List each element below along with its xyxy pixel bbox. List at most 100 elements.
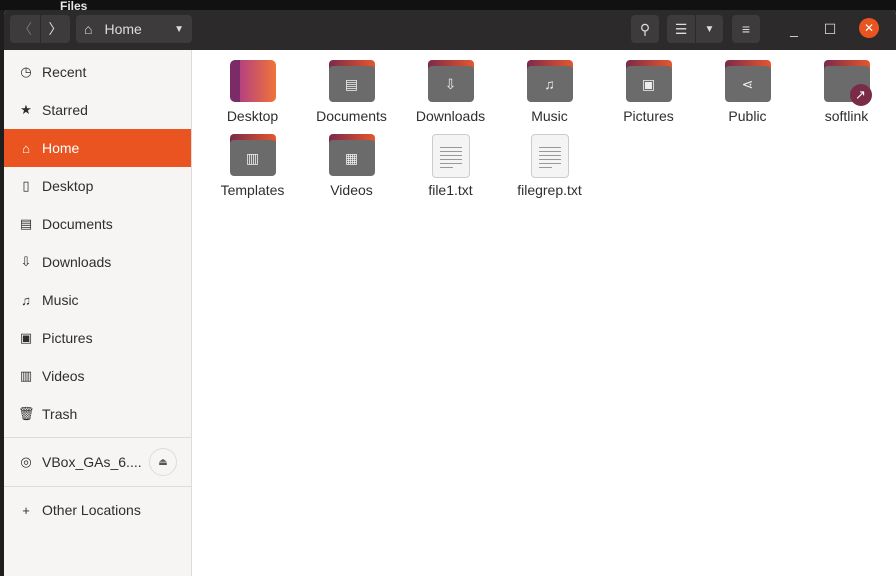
file-manager-window: 〈 〉 ⌂ Home ▼ ⚲ ☰ ▼ ≡ _ ☐ ✕ ◷ Recent ★ Star… [4,9,896,576]
file-name: file1.txt [428,182,473,198]
templates-folder-icon: ▥ [229,134,276,178]
chevron-down-icon: ▼ [174,23,184,35]
sidebar-item-music[interactable]: ♫ Music [4,281,191,319]
file-name: softlink [824,108,869,124]
sidebar-item-label: Desktop [42,178,94,194]
download-icon: ⇩ [20,254,32,269]
home-icon: ⌂ [22,140,30,156]
file-item-desktop[interactable]: Desktop [203,60,302,124]
eject-icon: ⏏ [158,456,168,468]
search-button[interactable]: ⚲ [631,15,659,43]
sidebar-item-desktop[interactable]: ▯ Desktop [4,167,191,205]
close-icon: ✕ [863,21,875,35]
file-view: Desktop ▤ Documents ⇩ Downloads ♫ Music ▣ Pi… [193,50,896,576]
desktop-icon: ▯ [22,178,30,193]
public-folder-icon: ⋖ [724,60,771,104]
sidebar: ◷ Recent ★ Starred ⌂ Home ▯ Desktop ▤ Documen… [4,50,192,576]
star-icon: ★ [20,102,32,117]
location-button[interactable]: ⌂ Home ▼ [76,15,192,43]
file-item-softlink[interactable]: ↗ softlink [797,60,896,124]
header-bar: 〈 〉 ⌂ Home ▼ ⚲ ☰ ▼ ≡ _ ☐ ✕ [4,9,896,50]
music-folder-icon: ♫ [526,60,573,104]
file-item-filegrep[interactable]: filegrep.txt [500,134,599,198]
sidebar-item-recent[interactable]: ◷ Recent [4,53,191,91]
sidebar-item-home[interactable]: ⌂ Home [4,129,191,167]
home-icon: ⌂ [84,21,93,37]
downloads-folder-icon: ⇩ [427,60,474,104]
plus-icon: + [22,502,30,518]
file-item-music[interactable]: ♫ Music [500,60,599,124]
trash-icon: 🗑 [18,406,35,421]
view-options-button[interactable]: ▼ [695,15,723,43]
file-name: Downloads [415,108,486,124]
disc-icon: ◎ [20,454,32,469]
file-name: Videos [330,182,373,198]
file-name: filegrep.txt [517,182,582,198]
sidebar-item-label: Music [42,292,79,308]
forward-button[interactable]: 〉 [40,15,70,43]
text-file-icon [428,134,474,178]
file-item-templates[interactable]: ▥ Templates [203,134,302,198]
link-arrow-icon: ↗ [849,84,872,106]
picture-icon: ▣ [19,330,33,345]
file-name: Pictures [623,108,674,124]
desktop-folder-icon [229,60,276,104]
file-item-videos[interactable]: ▦ Videos [302,134,401,198]
video-icon: ▥ [19,368,33,383]
pictures-folder-icon: ▣ [625,60,672,104]
app-title: Files [60,0,88,13]
top-bar: Files [0,0,896,13]
minimize-button[interactable]: _ [780,15,808,43]
sidebar-item-device[interactable]: ◎ VBox_GAs_6.... ⏏ [4,442,191,482]
documents-folder-icon: ▤ [328,60,375,104]
sidebar-item-documents[interactable]: ▤ Documents [4,205,191,243]
search-icon: ⚲ [639,20,651,37]
sidebar-item-trash[interactable]: 🗑 Trash [4,395,191,433]
close-button[interactable]: ✕ [859,18,879,38]
sidebar-item-label: Trash [42,406,78,422]
text-file-icon [527,134,573,178]
sidebar-item-label: Documents [42,216,113,232]
document-icon: ▤ [19,216,33,231]
view-list-button[interactable]: ☰ [667,15,695,43]
sidebar-item-label: VBox_GAs_6.... [42,454,142,470]
sidebar-item-label: Home [42,140,80,156]
file-name: Templates [220,182,285,198]
file-item-file1[interactable]: file1.txt [401,134,500,198]
file-item-pictures[interactable]: ▣ Pictures [599,60,698,124]
sidebar-item-label: Downloads [42,254,112,270]
sidebar-item-videos[interactable]: ▥ Videos [4,357,191,395]
sidebar-item-pictures[interactable]: ▣ Pictures [4,319,191,357]
menu-button[interactable]: ≡ [732,15,760,43]
videos-folder-icon: ▦ [328,134,375,178]
list-icon: ☰ [674,20,688,37]
sidebar-item-downloads[interactable]: ⇩ Downloads [4,243,191,281]
maximize-icon: ☐ [823,20,837,37]
maximize-button[interactable]: ☐ [816,15,844,43]
sidebar-item-label: Recent [42,64,87,80]
divider [4,486,191,487]
back-button[interactable]: 〈 [10,15,40,43]
sidebar-item-label: Starred [42,102,88,118]
chevron-down-icon: ▼ [704,23,715,35]
symlink-folder-icon: ↗ [823,60,872,106]
file-name: Public [728,108,767,124]
hamburger-icon: ≡ [741,21,751,37]
clock-icon: ◷ [20,64,32,79]
sidebar-item-label: Other Locations [42,502,141,518]
sidebar-item-label: Pictures [42,330,93,346]
file-item-documents[interactable]: ▤ Documents [302,60,401,124]
file-name: Music [531,108,568,124]
file-item-public[interactable]: ⋖ Public [698,60,797,124]
divider [4,437,191,438]
sidebar-item-label: Videos [42,368,85,384]
sidebar-item-starred[interactable]: ★ Starred [4,91,191,129]
location-label: Home [104,21,142,37]
file-name: Desktop [226,108,279,124]
sidebar-item-other-locations[interactable]: + Other Locations [4,491,191,529]
file-name: Documents [316,108,387,124]
eject-button[interactable]: ⏏ [149,448,177,476]
minimize-icon: _ [790,21,798,37]
file-item-downloads[interactable]: ⇩ Downloads [401,60,500,124]
music-icon: ♫ [21,292,31,308]
